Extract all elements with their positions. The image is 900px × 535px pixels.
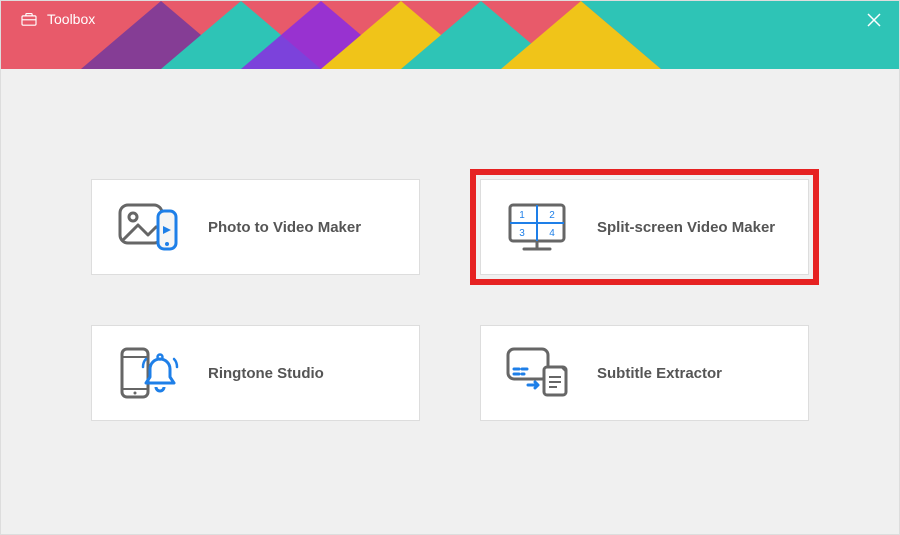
split-screen-video-label: Split-screen Video Maker — [597, 219, 775, 236]
close-icon — [867, 13, 881, 27]
tool-grid: Photo to Video Maker 1 2 3 4 — [91, 179, 809, 421]
ringtone-studio-label: Ringtone Studio — [208, 365, 324, 382]
svg-text:1: 1 — [519, 210, 525, 221]
titlebar-triangles — [1, 1, 899, 69]
subtitle-extractor-icon — [504, 345, 570, 401]
photo-to-video-card[interactable]: Photo to Video Maker — [91, 179, 420, 275]
toolbox-window: Toolbox — [0, 0, 900, 535]
window-title: Toolbox — [47, 11, 95, 27]
svg-text:3: 3 — [519, 228, 525, 239]
svg-text:2: 2 — [549, 210, 555, 221]
subtitle-extractor-card[interactable]: Subtitle Extractor — [480, 325, 809, 421]
svg-text:4: 4 — [549, 228, 555, 239]
photo-to-video-label: Photo to Video Maker — [208, 219, 361, 236]
subtitle-extractor-label: Subtitle Extractor — [597, 365, 722, 382]
content-area: Photo to Video Maker 1 2 3 4 — [1, 69, 899, 421]
split-screen-icon: 1 2 3 4 — [504, 199, 570, 255]
titlebar: Toolbox — [1, 1, 899, 69]
toolbox-icon — [21, 12, 37, 26]
ringtone-icon — [116, 345, 180, 401]
close-button[interactable] — [867, 11, 881, 32]
split-screen-video-card[interactable]: 1 2 3 4 Split-screen Video Maker — [480, 179, 809, 275]
ringtone-studio-card[interactable]: Ringtone Studio — [91, 325, 420, 421]
photo-to-video-icon — [116, 199, 180, 255]
